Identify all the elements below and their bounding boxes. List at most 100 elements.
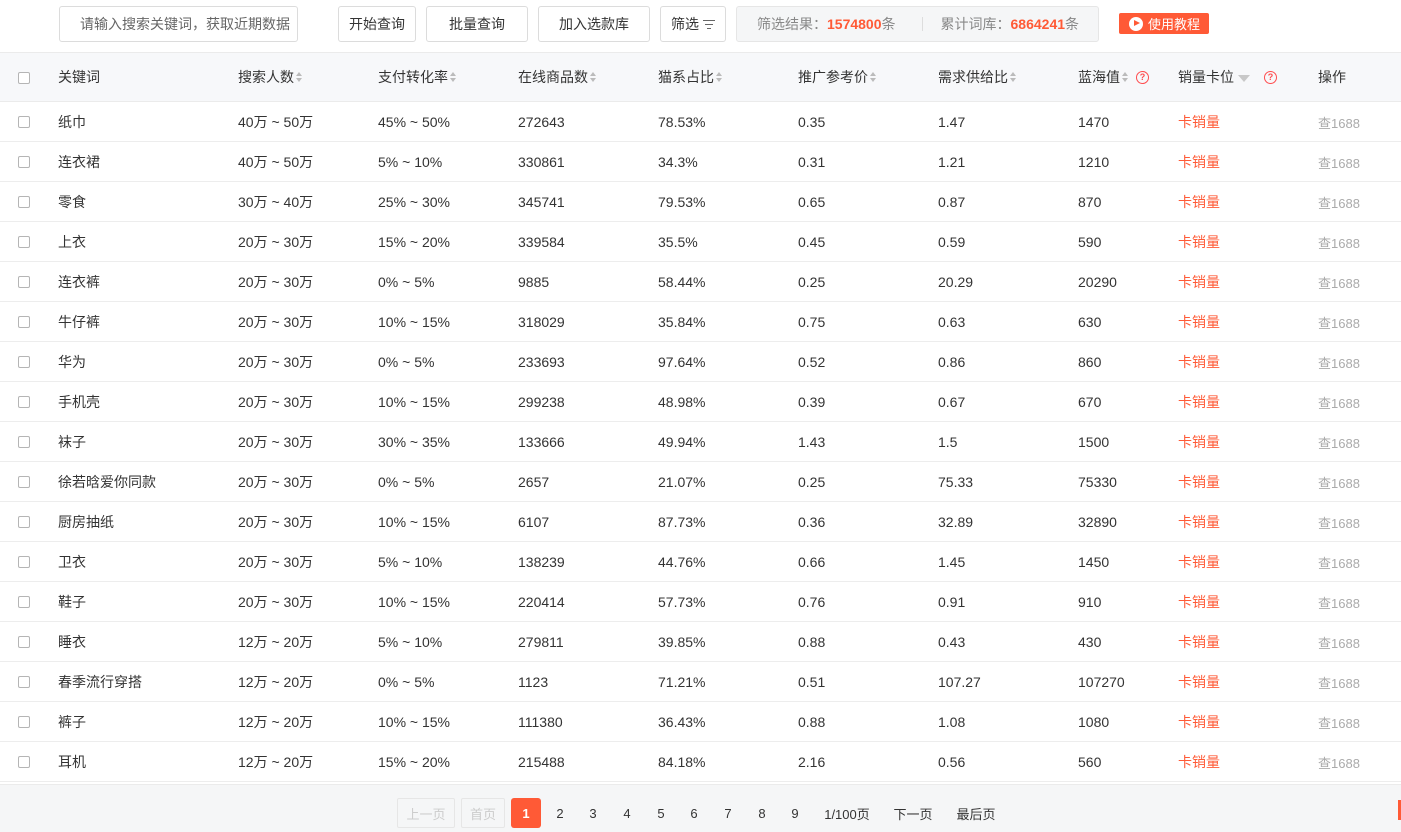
cell-sales-slot[interactable]: 卡销量 (1178, 102, 1220, 142)
row-checkbox[interactable] (18, 636, 30, 648)
first-page-button[interactable]: 首页 (461, 798, 505, 828)
cell-online-goods: 1123 (518, 674, 549, 690)
row-checkbox[interactable] (18, 116, 30, 128)
toolbar: 开始查询 批量查询 加入选款库 筛选 筛选结果： 1574800 条 累计词库：… (0, 0, 1401, 52)
help-icon[interactable]: ? (1136, 70, 1149, 84)
search-input[interactable] (59, 6, 298, 42)
sort-icon[interactable] (870, 72, 876, 82)
row-checkbox[interactable] (18, 196, 30, 208)
row-checkbox[interactable] (18, 676, 30, 688)
page-button-5[interactable]: 5 (646, 798, 676, 828)
cell-operation[interactable]: 查1688 (1318, 102, 1360, 142)
col-conversion[interactable]: 支付转化率 (378, 53, 456, 101)
cell-sales-slot[interactable]: 卡销量 (1178, 142, 1220, 182)
cell-operation[interactable]: 查1688 (1318, 622, 1360, 662)
cell-sales-slot[interactable]: 卡销量 (1178, 262, 1220, 302)
table-row: 春季流行穿搭 12万 ~ 20万 0% ~ 5% 1123 71.21% 0.51 107.… (0, 662, 1401, 702)
cell-sales-slot[interactable]: 卡销量 (1178, 462, 1220, 502)
cell-blue-ocean: 910 (1078, 594, 1102, 610)
cell-sales-slot[interactable]: 卡销量 (1178, 222, 1220, 262)
cell-sales-slot[interactable]: 卡销量 (1178, 622, 1220, 662)
row-checkbox[interactable] (18, 756, 30, 768)
cell-sales-slot[interactable]: 卡销量 (1178, 502, 1220, 542)
cell-keyword: 睡衣 (58, 634, 86, 650)
cell-operation[interactable]: 查1688 (1318, 182, 1360, 222)
col-blue-ocean[interactable]: 蓝海值? (1078, 53, 1149, 101)
cell-operation[interactable]: 查1688 (1318, 702, 1360, 742)
cell-sales-slot[interactable]: 卡销量 (1178, 582, 1220, 622)
cell-operation[interactable]: 查1688 (1318, 342, 1360, 382)
add-library-button[interactable]: 加入选款库 (538, 6, 650, 42)
cell-tmall-ratio: 34.3% (658, 154, 698, 170)
row-checkbox[interactable] (18, 316, 30, 328)
batch-query-button[interactable]: 批量查询 (426, 6, 528, 42)
cell-operation[interactable]: 查1688 (1318, 422, 1360, 462)
cell-sales-slot[interactable]: 卡销量 (1178, 422, 1220, 462)
row-checkbox[interactable] (18, 556, 30, 568)
cell-sales-slot[interactable]: 卡销量 (1178, 342, 1220, 382)
cell-sales-slot[interactable]: 卡销量 (1178, 702, 1220, 742)
page-button-8[interactable]: 8 (747, 798, 777, 828)
row-checkbox[interactable] (18, 236, 30, 248)
sort-icon[interactable] (1010, 72, 1016, 82)
sort-icon[interactable] (716, 72, 722, 82)
sort-icon[interactable] (450, 72, 456, 82)
cell-sales-slot[interactable]: 卡销量 (1178, 662, 1220, 702)
sort-icon[interactable] (1122, 72, 1128, 82)
cell-operation[interactable]: 查1688 (1318, 582, 1360, 622)
col-supply-ratio[interactable]: 需求供给比 (938, 53, 1016, 101)
cell-operation[interactable]: 查1688 (1318, 662, 1360, 702)
table-row: 纸巾 40万 ~ 50万 45% ~ 50% 272643 78.53% 0.35 1.47… (0, 102, 1401, 142)
row-checkbox[interactable] (18, 356, 30, 368)
col-tmall-ratio[interactable]: 猫系占比 (658, 53, 722, 101)
row-checkbox[interactable] (18, 436, 30, 448)
cell-sales-slot[interactable]: 卡销量 (1178, 182, 1220, 222)
funnel-filter-icon[interactable] (1238, 74, 1250, 82)
col-promo-price[interactable]: 推广参考价 (798, 53, 876, 101)
row-checkbox[interactable] (18, 156, 30, 168)
col-online-goods[interactable]: 在线商品数 (518, 53, 596, 101)
row-checkbox[interactable] (18, 476, 30, 488)
cell-operation[interactable]: 查1688 (1318, 462, 1360, 502)
cell-operation[interactable]: 查1688 (1318, 262, 1360, 302)
cell-sales-slot[interactable]: 卡销量 (1178, 302, 1220, 342)
filter-button[interactable]: 筛选 (660, 6, 726, 42)
cell-sales-slot[interactable]: 卡销量 (1178, 382, 1220, 422)
sort-icon[interactable] (296, 72, 302, 82)
col-sales-slot[interactable]: 销量卡位? (1178, 53, 1277, 101)
cell-operation[interactable]: 查1688 (1318, 742, 1360, 782)
cell-operation[interactable]: 查1688 (1318, 222, 1360, 262)
cell-operation[interactable]: 查1688 (1318, 542, 1360, 582)
cell-sales-slot[interactable]: 卡销量 (1178, 542, 1220, 582)
cell-conversion: 0% ~ 5% (378, 474, 435, 490)
row-checkbox[interactable] (18, 276, 30, 288)
help-icon[interactable]: ? (1264, 70, 1277, 84)
col-search-users[interactable]: 搜索人数 (238, 53, 302, 101)
page-button-1[interactable]: 1 (511, 798, 541, 828)
cell-conversion: 10% ~ 15% (378, 594, 450, 610)
select-all-checkbox[interactable] (18, 72, 30, 84)
page-button-6[interactable]: 6 (679, 798, 709, 828)
next-page-button[interactable]: 下一页 (884, 798, 942, 828)
sort-icon[interactable] (590, 72, 596, 82)
row-checkbox[interactable] (18, 396, 30, 408)
cell-operation[interactable]: 查1688 (1318, 382, 1360, 422)
cell-search-users: 12万 ~ 20万 (238, 634, 314, 650)
cell-operation[interactable]: 查1688 (1318, 302, 1360, 342)
cell-operation[interactable]: 查1688 (1318, 142, 1360, 182)
prev-page-button[interactable]: 上一页 (397, 798, 455, 828)
cell-operation[interactable]: 查1688 (1318, 502, 1360, 542)
page-button-9[interactable]: 9 (780, 798, 810, 828)
row-checkbox[interactable] (18, 716, 30, 728)
page-button-2[interactable]: 2 (545, 798, 575, 828)
page-button-4[interactable]: 4 (612, 798, 642, 828)
last-page-button[interactable]: 最后页 (948, 798, 1004, 828)
row-checkbox[interactable] (18, 516, 30, 528)
page-button-7[interactable]: 7 (713, 798, 743, 828)
tutorial-button[interactable]: 使用教程 (1119, 13, 1209, 34)
cell-tmall-ratio: 58.44% (658, 274, 706, 290)
row-checkbox[interactable] (18, 596, 30, 608)
cell-sales-slot[interactable]: 卡销量 (1178, 742, 1220, 782)
start-query-button[interactable]: 开始查询 (338, 6, 416, 42)
page-button-3[interactable]: 3 (578, 798, 608, 828)
